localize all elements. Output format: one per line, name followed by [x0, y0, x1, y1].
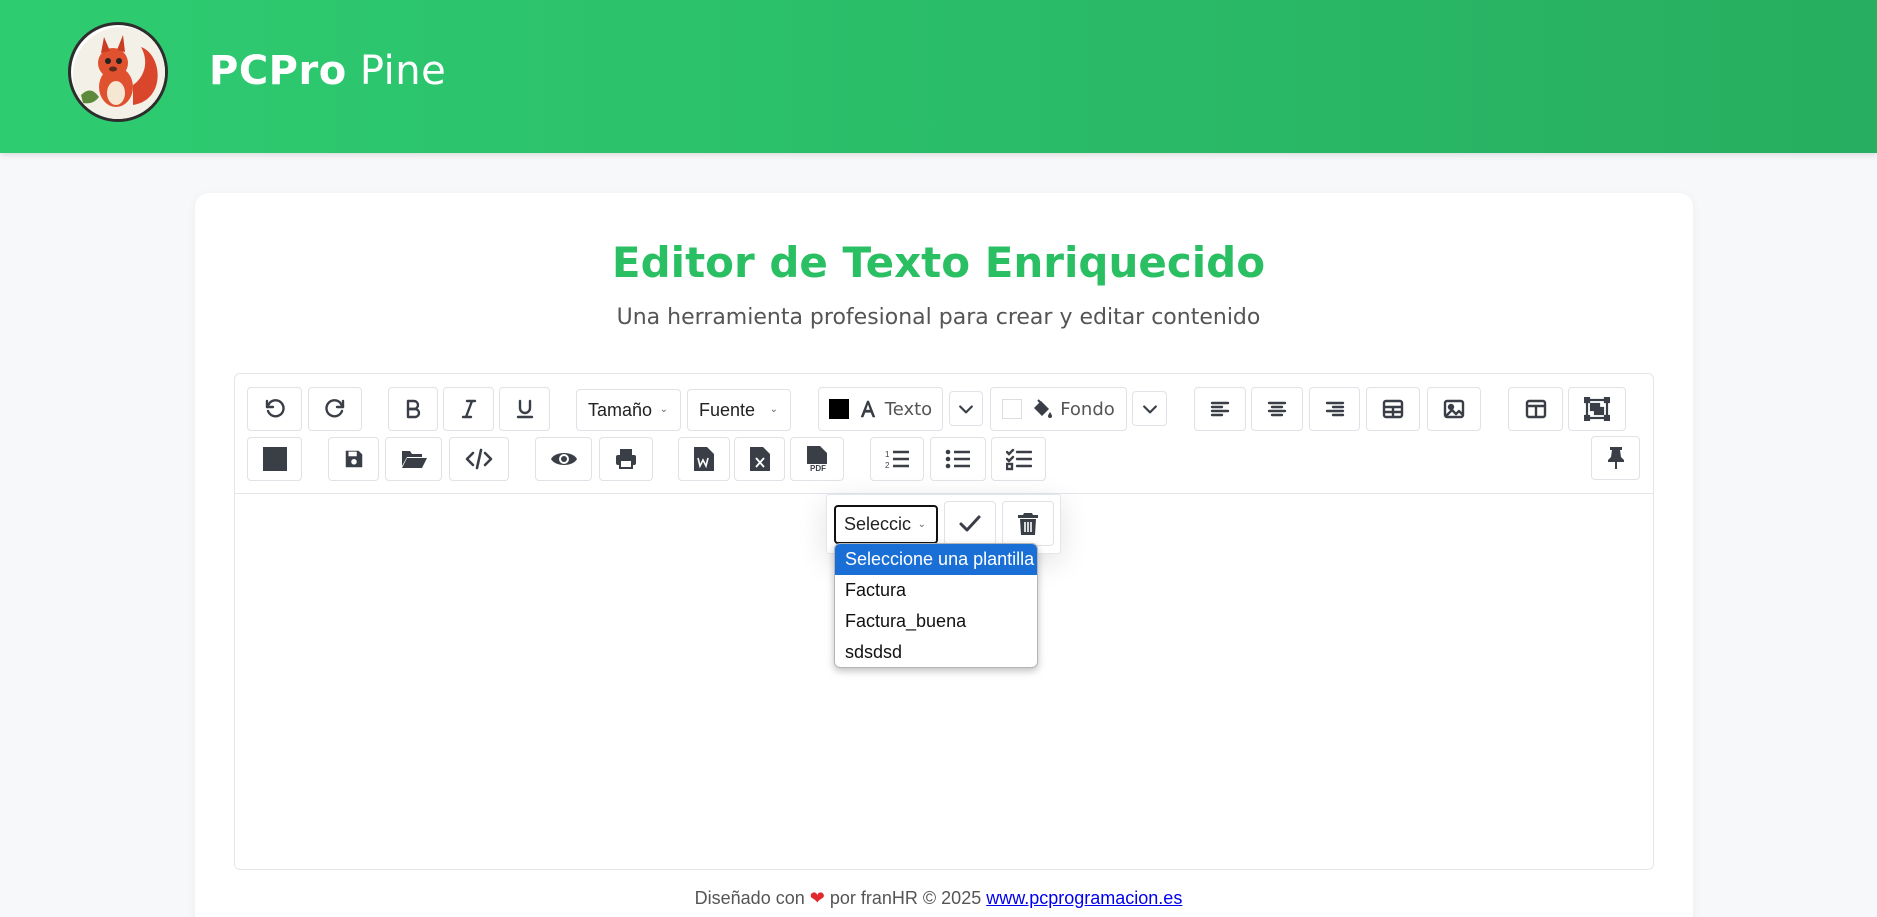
bullet-list-button[interactable]: [930, 437, 986, 481]
text-color-dropdown-button[interactable]: [949, 391, 983, 426]
template-option[interactable]: Seleccione una plantilla: [835, 544, 1037, 575]
bold-button[interactable]: [388, 387, 438, 431]
export-word-button[interactable]: [678, 437, 730, 481]
code-icon: [465, 448, 493, 470]
align-left-icon: [1210, 401, 1230, 417]
source-code-button[interactable]: [449, 437, 509, 481]
page-subtitle: Una herramienta profesional para crear y…: [616, 305, 1261, 330]
italic-button[interactable]: [443, 387, 494, 431]
checklist-button[interactable]: [991, 437, 1046, 481]
file-pdf-icon: PDF: [807, 446, 827, 472]
footer-prefix: Diseñado con: [694, 888, 805, 908]
preview-button[interactable]: [535, 437, 592, 481]
thumbtack-icon: [1607, 447, 1624, 469]
insert-frame-button[interactable]: [1568, 387, 1626, 431]
underline-button[interactable]: [499, 387, 550, 431]
svg-text:1: 1: [885, 450, 890, 459]
print-button[interactable]: [599, 437, 653, 481]
footer: Diseñado con ❤ por franHR © 2025 www.pcp…: [0, 888, 1877, 909]
align-center-icon: [1267, 401, 1287, 417]
svg-text:PDF: PDF: [810, 464, 826, 472]
background-color-dropdown-button[interactable]: [1132, 391, 1167, 426]
file-word-icon: [694, 447, 714, 471]
open-file-button[interactable]: [385, 437, 442, 481]
footer-copyright: © 2025: [922, 888, 982, 908]
chevron-down-icon: [959, 404, 973, 413]
insert-table-button[interactable]: [1366, 387, 1420, 431]
font-size-select-value: Tamaño: [588, 399, 653, 420]
pin-toolbar-button[interactable]: [1591, 436, 1640, 480]
chevron-down-icon: ⌄: [769, 404, 778, 415]
page-title: Editor de Texto Enriquecido: [611, 238, 1266, 287]
footer-author: por franHR: [829, 888, 918, 908]
font-family-select[interactable]: Fuente ⌄: [687, 389, 791, 431]
folder-open-icon: [401, 451, 427, 468]
block-color-button[interactable]: [247, 437, 302, 481]
text-color-button[interactable]: Texto: [818, 387, 943, 431]
apply-template-button[interactable]: [944, 501, 996, 546]
checklist-icon: [1005, 448, 1032, 471]
redo-icon: [325, 399, 345, 418]
font-color-icon: [860, 400, 876, 418]
svg-text:2: 2: [885, 461, 890, 470]
bullet-list-icon: [945, 449, 970, 469]
brand-light: Pine: [359, 48, 447, 94]
eye-icon: [550, 453, 577, 465]
align-center-button[interactable]: [1251, 387, 1303, 431]
brand-name: PCPro Pine: [209, 48, 446, 94]
redo-button[interactable]: [308, 387, 362, 431]
template-option[interactable]: Factura_buena: [835, 606, 1037, 637]
font-size-select[interactable]: Tamaño ⌄: [576, 389, 681, 431]
align-right-button[interactable]: [1309, 387, 1360, 431]
image-icon: [1443, 399, 1465, 419]
ordered-list-icon: 12: [885, 450, 909, 470]
template-option[interactable]: sdsdsd: [835, 637, 1037, 667]
squirrel-logo-icon: [68, 22, 168, 122]
template-dropdown: Seleccione una plantilla Factura Factura…: [834, 543, 1038, 668]
align-right-icon: [1325, 401, 1344, 417]
bold-icon: [406, 399, 421, 419]
check-icon: [959, 515, 981, 531]
save-icon: [345, 450, 362, 468]
background-color-label: Fondo: [1060, 398, 1115, 420]
app-header: PCPro Pine: [0, 0, 1877, 153]
template-option[interactable]: Factura: [835, 575, 1037, 606]
chevron-down-icon: ⌄: [659, 404, 668, 415]
chevron-down-icon: [1142, 404, 1157, 413]
text-color-swatch: [828, 399, 849, 419]
undo-icon: [265, 399, 285, 418]
export-pdf-button[interactable]: PDF: [790, 437, 844, 481]
background-color-button[interactable]: Fondo: [990, 387, 1127, 431]
align-left-button[interactable]: [1194, 387, 1246, 431]
columns-icon: [1525, 399, 1546, 419]
font-family-select-value: Fuente: [699, 399, 756, 420]
delete-template-button[interactable]: [1002, 501, 1054, 546]
undo-button[interactable]: [247, 387, 302, 431]
table-icon: [1382, 399, 1404, 419]
file-excel-icon: [749, 447, 770, 471]
template-select-value: Seleccic: [844, 514, 912, 534]
ordered-list-button[interactable]: 12: [870, 437, 924, 481]
background-color-swatch: [1002, 399, 1023, 419]
brand-bold: PCPro: [209, 48, 347, 94]
export-excel-button[interactable]: [734, 437, 785, 481]
heart-icon: ❤: [809, 888, 825, 908]
insert-image-button[interactable]: [1427, 387, 1481, 431]
columns-layout-button[interactable]: [1508, 387, 1563, 431]
square-icon: [262, 447, 287, 471]
chevron-down-icon: ⌄: [917, 519, 926, 530]
template-select[interactable]: Seleccic ⌄: [834, 505, 938, 544]
printer-icon: [616, 449, 636, 469]
italic-icon: [461, 399, 476, 419]
text-color-label: Texto: [884, 398, 933, 420]
trash-icon: [1018, 512, 1038, 535]
save-button[interactable]: [328, 437, 379, 481]
footer-link[interactable]: www.pcprogramacion.es: [986, 888, 1182, 908]
underline-icon: [516, 399, 533, 419]
paint-bucket-icon: [1034, 399, 1053, 418]
object-group-icon: [1584, 397, 1610, 421]
